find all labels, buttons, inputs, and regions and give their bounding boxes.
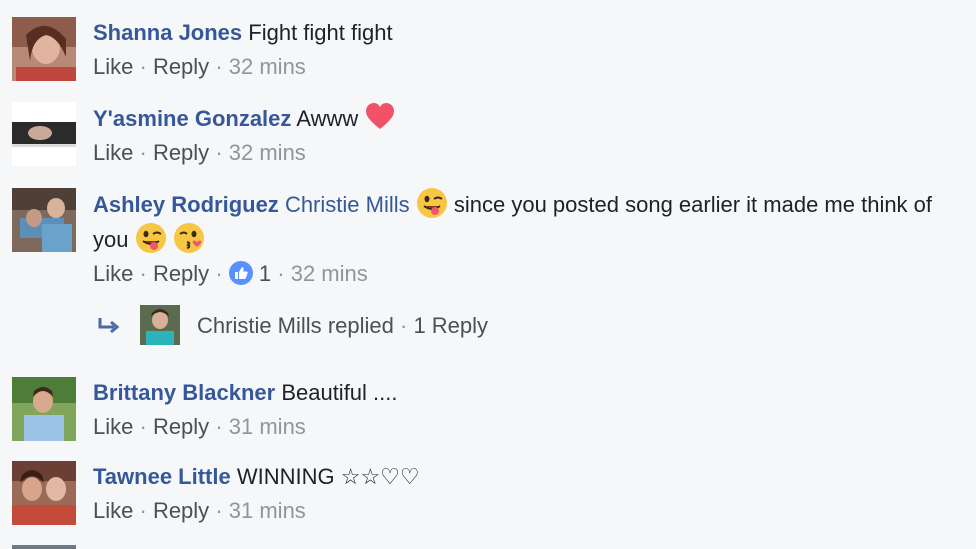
- comment-content: Tawnee Little WINNING ☆☆♡♡: [93, 460, 956, 494]
- comment-actions: Like · Reply · 31 mins: [93, 496, 956, 526]
- comment-actions: Like · Reply · 32 mins: [93, 52, 956, 82]
- comment-timestamp[interactable]: 32 mins: [229, 140, 306, 165]
- comment-content: Shanna Jones Fight fight fight: [93, 16, 956, 50]
- separator: ·: [215, 498, 223, 523]
- separator: ·: [399, 313, 408, 338]
- reply-button[interactable]: Reply: [153, 54, 209, 79]
- mention-link[interactable]: Christie Mills: [285, 192, 410, 217]
- reply-author[interactable]: Christie Mills: [197, 313, 322, 338]
- comment-timestamp[interactable]: 32 mins: [229, 54, 306, 79]
- winking-tongue-emoji: [135, 222, 167, 254]
- separator: ·: [139, 54, 147, 79]
- reply-count[interactable]: 1 Reply: [413, 313, 488, 338]
- comment-author[interactable]: Tawnee Little: [93, 464, 231, 489]
- like-button[interactable]: Like: [93, 498, 133, 523]
- separator: ·: [139, 261, 147, 286]
- comment-actions: Like · Reply · 1 · 32 mins: [93, 259, 956, 289]
- comment-text: Fight fight fight: [248, 20, 393, 45]
- like-button[interactable]: Like: [93, 140, 133, 165]
- like-button[interactable]: Like: [93, 414, 133, 439]
- reply-button[interactable]: Reply: [153, 498, 209, 523]
- like-count[interactable]: 1: [259, 261, 271, 286]
- heart-emoji: [364, 101, 396, 133]
- avatar[interactable]: [140, 305, 180, 345]
- reply-arrow-icon: [96, 316, 122, 336]
- avatar[interactable]: [12, 188, 76, 252]
- comment-author[interactable]: Shanna Jones: [93, 20, 242, 45]
- comment-text: Beautiful ....: [281, 380, 398, 405]
- separator: ·: [139, 414, 147, 439]
- reply-button[interactable]: Reply: [153, 261, 209, 286]
- comment-content: Ashley Rodriguez Christie Mills since yo…: [93, 187, 953, 257]
- avatar[interactable]: [12, 102, 76, 166]
- avatar[interactable]: [12, 461, 76, 525]
- avatar[interactable]: [12, 545, 76, 549]
- avatar[interactable]: [12, 17, 76, 81]
- separator: ·: [139, 498, 147, 523]
- comment-actions: Like · Reply · 32 mins: [93, 138, 956, 168]
- separator: ·: [215, 261, 223, 286]
- comment-content: Brittany Blackner Beautiful ....: [93, 376, 956, 410]
- like-reaction-icon[interactable]: [228, 261, 253, 285]
- like-button[interactable]: Like: [93, 261, 133, 286]
- avatar[interactable]: [12, 377, 76, 441]
- comment-author[interactable]: Brittany Blackner: [93, 380, 275, 405]
- comment-timestamp[interactable]: 31 mins: [229, 498, 306, 523]
- comment-content: Y'asmine Gonzalez Awww: [93, 101, 956, 136]
- comment-author[interactable]: Ashley Rodriguez: [93, 192, 279, 217]
- comment-text: Awww: [296, 106, 359, 131]
- comment-timestamp[interactable]: 31 mins: [229, 414, 306, 439]
- separator: ·: [215, 54, 223, 79]
- separator: ·: [215, 414, 223, 439]
- comment-actions: Like · Reply · 31 mins: [93, 412, 956, 442]
- reply-button[interactable]: Reply: [153, 140, 209, 165]
- separator: ·: [277, 261, 285, 286]
- separator: ·: [139, 140, 147, 165]
- reply-label: replied: [327, 313, 394, 338]
- comment-timestamp[interactable]: 32 mins: [291, 261, 368, 286]
- kissing-wink-emoji: [173, 222, 205, 254]
- like-button[interactable]: Like: [93, 54, 133, 79]
- reply-summary-text[interactable]: Christie Mills replied · 1 Reply: [197, 309, 488, 343]
- comment-author[interactable]: Y'asmine Gonzalez: [93, 106, 291, 131]
- winking-tongue-emoji: [416, 187, 448, 219]
- reply-button[interactable]: Reply: [153, 414, 209, 439]
- separator: ·: [215, 140, 223, 165]
- comment-text: WINNING ☆☆♡♡: [236, 464, 420, 489]
